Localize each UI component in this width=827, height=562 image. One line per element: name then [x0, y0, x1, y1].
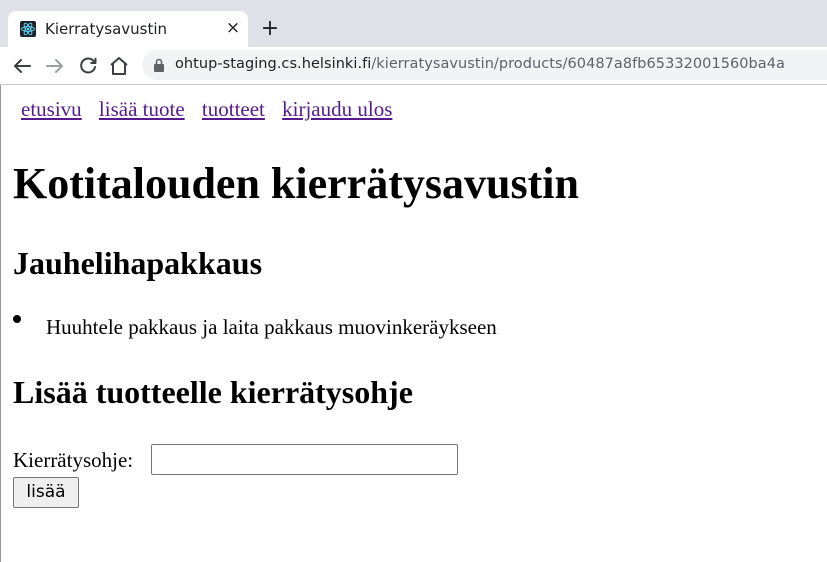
- instruction-input[interactable]: [151, 444, 458, 475]
- instruction-list-item: Huuhtele pakkaus ja laita pakkaus muovin…: [46, 315, 497, 339]
- url-path: /kierratysavustin/products/60487a8fb6533…: [371, 56, 785, 72]
- nav-link-etusivu[interactable]: etusivu: [21, 97, 82, 121]
- new-tab-icon[interactable]: +: [260, 17, 280, 41]
- forward-arrow-icon[interactable]: [43, 54, 67, 78]
- url-text: ohtup-staging.cs.helsinki.fi/kierratysav…: [175, 56, 785, 72]
- url-host: ohtup-staging.cs.helsinki.fi: [175, 56, 372, 72]
- tab-title: Kierratysavustin: [45, 20, 168, 38]
- back-arrow-icon[interactable]: [10, 54, 34, 78]
- close-icon[interactable]: ×: [225, 19, 241, 37]
- page-title: Kotitalouden kierrätysavustin: [13, 159, 579, 208]
- main-nav: etusivu lisää tuote tuotteet kirjaudu ul…: [21, 97, 404, 122]
- home-icon[interactable]: [107, 54, 131, 78]
- submit-button[interactable]: lisää: [13, 477, 79, 508]
- product-name-heading: Jauhelihapakkaus: [13, 245, 263, 281]
- instruction-input-label: Kierrätysohje:: [13, 448, 134, 472]
- browser-tab[interactable]: Kierratysavustin ×: [8, 11, 248, 47]
- list-bullet: [13, 315, 21, 323]
- browser-chrome: Kierratysavustin × + ohtup-staging.cs.he…: [0, 0, 827, 85]
- page-content: etusivu lisää tuote tuotteet kirjaudu ul…: [0, 85, 827, 562]
- form-heading: Lisää tuotteelle kierrätysohje: [13, 374, 413, 410]
- nav-link-lisaa-tuote[interactable]: lisää tuote: [99, 97, 185, 121]
- nav-link-tuotteet[interactable]: tuotteet: [202, 97, 265, 121]
- lock-icon[interactable]: [152, 57, 166, 73]
- nav-link-kirjaudu-ulos[interactable]: kirjaudu ulos: [282, 97, 392, 121]
- react-atom-icon: [20, 21, 36, 37]
- reload-icon[interactable]: [76, 54, 100, 78]
- browser-toolbar: ohtup-staging.cs.helsinki.fi/kierratysav…: [0, 47, 827, 85]
- address-bar[interactable]: ohtup-staging.cs.helsinki.fi/kierratysav…: [142, 50, 827, 80]
